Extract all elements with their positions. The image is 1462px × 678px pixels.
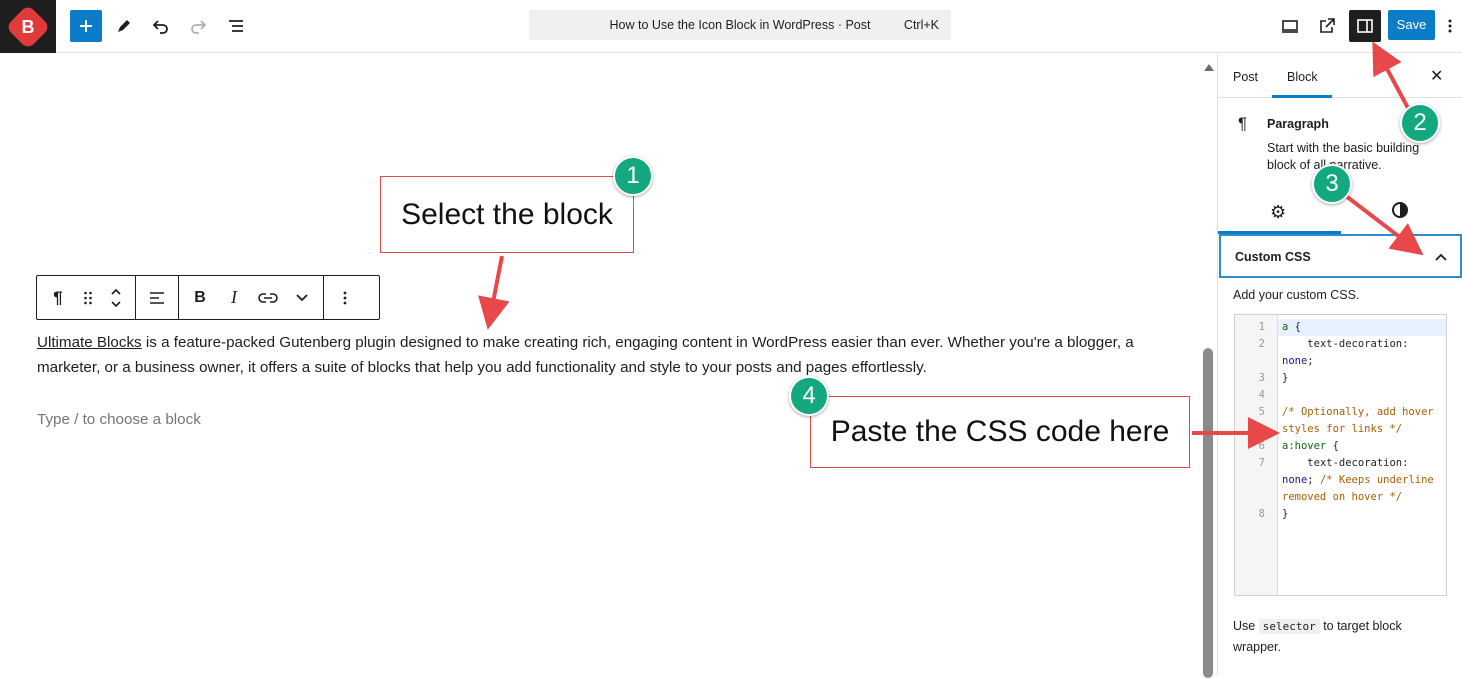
line-number: 6 [1258,440,1265,452]
panel-title: Custom CSS [1235,250,1311,264]
block-options-button[interactable] [328,276,362,319]
bold-button[interactable]: B [183,276,217,319]
settings-sidebar: Post Block ✕ ¶ Paragraph Start with the … [1217,54,1462,676]
redo-button[interactable] [182,10,214,42]
document-title: How to Use the Icon Block in WordPress ·… [609,18,871,32]
scroll-up-arrow[interactable] [1204,64,1214,71]
selector-help-text: Use selector to target block wrapper. [1233,616,1433,657]
paragraph-transform-button[interactable]: ¶ [41,276,75,319]
code-line: } [1282,372,1289,384]
bold-icon: B [194,288,206,306]
pilcrow-icon: ¶ [1238,114,1248,133]
preview-button[interactable] [1274,10,1306,42]
code-line: a:hover { [1282,440,1339,452]
active-tab-indicator [1272,95,1332,98]
code-line: removed on hover */ [1282,491,1403,503]
code-line: text-decoration: [1307,457,1409,469]
add-block-button[interactable] [70,10,102,42]
italic-icon: I [231,287,237,307]
desktop-icon [1282,20,1298,33]
code-line: none; [1282,355,1314,367]
editor-scrollbar[interactable] [1200,56,1216,678]
redo-icon [191,20,207,34]
site-logo[interactable]: B [0,0,56,53]
paragraph-text: is a feature-packed Gutenberg plugin des… [37,334,1134,376]
external-link-icon [1320,18,1335,33]
code-line: styles for links */ [1282,423,1403,435]
view-post-button[interactable] [1311,10,1343,42]
step-badge-3: 3 [1312,164,1352,204]
chevron-down-icon [296,293,308,301]
line-number: 3 [1258,372,1265,384]
code-line: /* Optionally, add hover [1282,406,1434,418]
block-card-description: Start with the basic building block of a… [1267,141,1420,172]
step-badge-4: 4 [789,376,829,416]
line-number: 7 [1258,457,1265,469]
close-icon[interactable]: ✕ [1430,66,1443,86]
list-view-icon [229,20,243,32]
tab-block[interactable]: Block [1287,70,1318,84]
code-line: none; /* Keeps underline [1282,474,1434,486]
custom-css-panel-toggle[interactable]: Custom CSS [1219,234,1462,278]
selector-code: selector [1258,619,1320,634]
chevron-up-down-icon [111,288,121,307]
logo-letter: B [21,16,35,36]
plus-icon [80,20,92,32]
pencil-icon [118,20,130,32]
command-shortcut: Ctrl+K [903,18,939,32]
more-vertical-icon [343,291,347,304]
code-line: } [1282,508,1289,520]
document-overview-button[interactable] [220,10,252,42]
undo-button[interactable] [145,10,177,42]
step-badge-1: 1 [613,156,653,196]
sidebar-tabs: Post Block ✕ [1218,54,1462,98]
custom-css-help: Add your custom CSS. [1233,288,1360,302]
options-menu-button[interactable] [1440,10,1460,42]
callout-select-block: Select the block [380,176,634,253]
align-left-icon [150,291,164,304]
code-line: text-decoration: [1307,338,1409,350]
line-number: 4 [1258,389,1265,401]
editor-top-bar: B How to Use the Icon Block in WordPress… [0,0,1462,53]
help-text-start: Use [1233,619,1256,633]
settings-sidebar-toggle[interactable] [1349,10,1381,42]
code-line: a { [1282,321,1301,333]
move-up-down-buttons[interactable] [101,276,131,319]
more-rich-text-button[interactable] [285,276,319,319]
ultimate-blocks-link[interactable]: Ultimate Blocks [37,334,142,351]
scroll-thumb[interactable] [1203,348,1213,678]
link-icon [258,292,278,303]
link-button[interactable] [251,276,285,319]
chevron-up-icon [1435,253,1447,261]
paragraph-block[interactable]: Ultimate Blocks is a feature-packed Gute… [37,330,1177,380]
drag-handle[interactable] [75,276,101,319]
sidebar-icon [1357,19,1373,33]
line-number: 1 [1258,321,1265,333]
align-text-button[interactable] [140,276,174,319]
styles-icon[interactable] [1392,202,1408,218]
css-code-editor[interactable]: 1 2 3 4 5 6 7 8 a { text-decoration: non… [1234,314,1447,596]
undo-icon [152,20,168,34]
block-toolbar: ¶ B I [36,275,380,320]
block-card-title: Paragraph [1267,117,1329,131]
command-palette-bar[interactable]: How to Use the Icon Block in WordPress ·… [529,10,951,40]
more-vertical-icon [1448,19,1452,33]
callout-paste-css: Paste the CSS code here [810,396,1190,468]
block-appender-placeholder[interactable]: Type / to choose a block [37,411,201,428]
step-badge-2: 2 [1400,103,1440,143]
italic-button[interactable]: I [217,276,251,319]
gear-icon[interactable]: ⚙ [1270,202,1286,223]
tools-button[interactable] [108,10,140,42]
line-number: 8 [1258,508,1265,520]
save-button[interactable]: Save [1388,10,1435,40]
tab-post[interactable]: Post [1233,70,1258,84]
pilcrow-icon: ¶ [53,287,63,307]
line-number: 2 [1258,338,1265,350]
drag-icon [84,291,92,304]
line-number-gutter [1235,315,1278,595]
line-number: 5 [1258,406,1265,418]
